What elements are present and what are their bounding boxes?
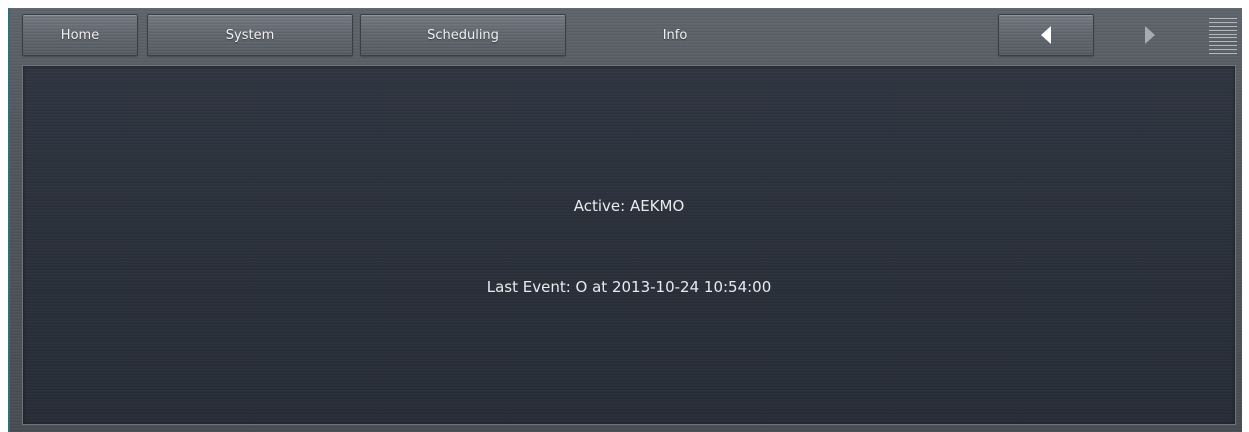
tab-home-label: Home	[60, 27, 100, 43]
tab-system-label: System	[225, 27, 275, 43]
tab-scheduling[interactable]: Scheduling	[360, 14, 566, 56]
tab-info-label: Info	[662, 27, 688, 43]
triangle-right-icon	[1145, 26, 1155, 44]
app-window: Home System Scheduling Info Active: AEKM…	[8, 8, 1242, 432]
tab-scheduling-label: Scheduling	[427, 27, 499, 43]
last-event-text: Last Event: O at 2013-10-24 10:54:00	[486, 278, 772, 296]
tab-home[interactable]: Home	[22, 14, 138, 56]
hamburger-menu-icon[interactable]	[1209, 18, 1237, 54]
tab-system[interactable]: System	[147, 14, 353, 56]
previous-page-button[interactable]	[998, 14, 1094, 56]
active-status-text: Active: AEKMO	[573, 197, 685, 215]
info-panel: Active: AEKMO Last Event: O at 2013-10-2…	[22, 65, 1236, 425]
top-navigation-bar: Home System Scheduling Info	[10, 8, 1242, 64]
tab-info[interactable]: Info	[572, 14, 778, 56]
triangle-left-icon	[1041, 26, 1051, 44]
next-page-button[interactable]	[1102, 14, 1198, 56]
